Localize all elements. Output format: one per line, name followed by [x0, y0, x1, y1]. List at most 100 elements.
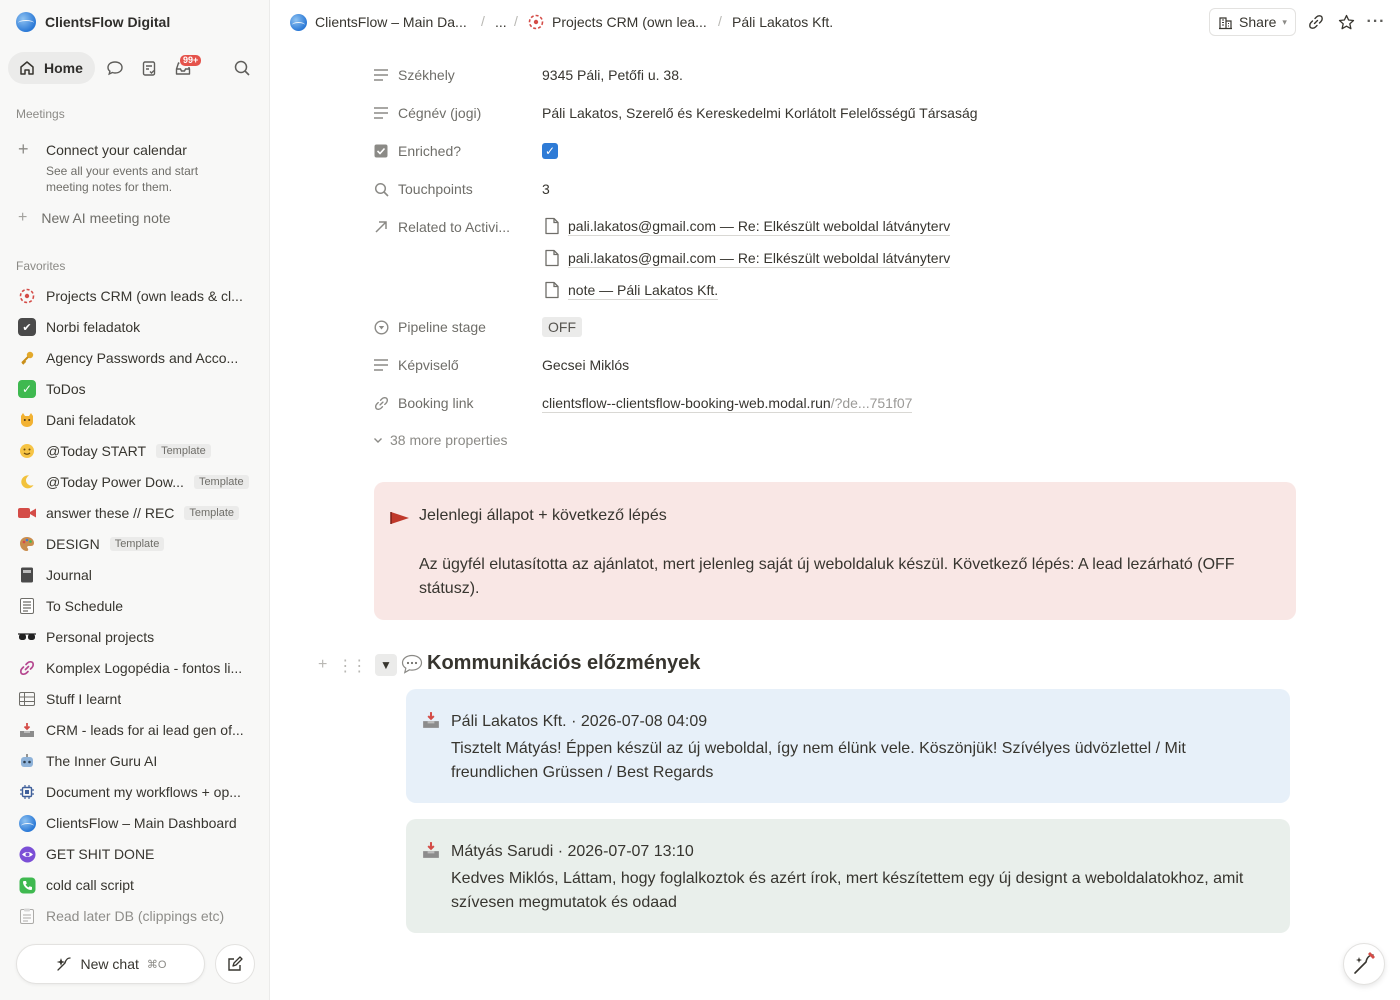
- more-options-icon[interactable]: ···: [1366, 12, 1386, 32]
- booking-link[interactable]: clientsflow--clientsflow-booking-web.mod…: [542, 395, 913, 413]
- favorite-label: GET SHIT DONE: [46, 846, 155, 862]
- property-pipeline[interactable]: Pipeline stage: [372, 313, 1296, 341]
- favorite-item[interactable]: Personal projects: [18, 626, 258, 648]
- new-chat-label: New chat: [80, 956, 139, 972]
- speech-bubble-icon: [401, 654, 423, 674]
- favorite-item[interactable]: To Schedule: [18, 595, 258, 617]
- workspace-name: ClientsFlow Digital: [45, 14, 171, 30]
- favorite-item[interactable]: cold call script: [18, 874, 258, 896]
- check-icon: ✓: [18, 380, 36, 398]
- property-booking[interactable]: Booking link clientsflow--clientsflow-bo…: [372, 389, 1296, 417]
- chat-bubble-icon[interactable]: [105, 58, 125, 78]
- favorite-item[interactable]: ClientsFlow – Main Dashboard: [18, 812, 258, 834]
- inbox-tray-icon: [423, 842, 439, 858]
- ai-pen-icon: [1354, 952, 1375, 974]
- related-page-label: pali.lakatos@gmail.com — Re: Elkészült w…: [568, 217, 951, 236]
- favorite-label: ClientsFlow – Main Dashboard: [46, 815, 237, 831]
- table-icon: [18, 690, 36, 708]
- property-value[interactable]: Gecsei Miklós: [542, 357, 629, 373]
- favorite-item[interactable]: Document my workflows + op...: [18, 781, 258, 803]
- favorite-item[interactable]: Journal: [18, 564, 258, 586]
- property-name: Pipeline stage: [398, 319, 486, 335]
- message-callout: Páli Lakatos Kft. · 2026-07-08 04:09 Tis…: [406, 689, 1290, 803]
- property-szekhely[interactable]: Székhely 9345 Páli, Petőfi u. 38.: [372, 61, 1296, 89]
- favorite-label: ToDos: [46, 381, 86, 397]
- favorite-item[interactable]: GET SHIT DONE: [18, 843, 258, 865]
- favorite-item[interactable]: ✓ ToDos: [18, 378, 258, 400]
- chevron-down-icon: ▾: [1282, 16, 1287, 27]
- share-button[interactable]: Share ▾: [1209, 8, 1296, 36]
- favorite-item[interactable]: Komplex Logopédia - fontos li...: [18, 657, 258, 679]
- breadcrumb-ellipsis[interactable]: ...: [495, 13, 507, 31]
- moon-icon: [18, 473, 36, 491]
- favorite-item[interactable]: ✔ Norbi feladatok: [18, 316, 258, 338]
- favorite-item[interactable]: Stuff I learnt: [18, 688, 258, 710]
- enriched-checkbox[interactable]: ✓: [542, 143, 558, 159]
- edit-icon: [228, 956, 243, 971]
- home-button[interactable]: Home: [8, 52, 95, 84]
- clipboard-check-icon[interactable]: [139, 58, 159, 78]
- template-tag: Template: [109, 537, 165, 551]
- favorite-item[interactable]: CRM - leads for ai lead gen of...: [18, 719, 258, 741]
- add-block-icon[interactable]: +: [318, 656, 327, 676]
- property-value[interactable]: 3: [542, 181, 550, 197]
- related-page[interactable]: pali.lakatos@gmail.com — Re: Elkészült w…: [544, 215, 951, 237]
- favorite-item[interactable]: Read later DB (clippings etc): [18, 905, 258, 927]
- text-lines-icon: [372, 66, 390, 84]
- property-cegnev[interactable]: Cégnév (jogi) Páli Lakatos, Szerelő és K…: [372, 99, 1296, 127]
- favorite-label: Journal: [46, 567, 92, 583]
- drag-handle-icon[interactable]: ⋮⋮: [337, 656, 367, 676]
- favorite-item[interactable]: @Today Power Dow... Template: [18, 471, 258, 493]
- new-ai-meeting-note[interactable]: + New AI meeting note: [18, 209, 171, 227]
- toggle-arrow[interactable]: ▼: [375, 654, 397, 676]
- ai-sparkle-icon: [56, 957, 71, 971]
- link-icon[interactable]: [1306, 12, 1326, 32]
- breadcrumb-current[interactable]: Páli Lakatos Kft.: [732, 13, 833, 31]
- cat-icon: [18, 411, 36, 429]
- workspace-switcher[interactable]: ClientsFlow Digital: [16, 11, 170, 33]
- more-properties-toggle[interactable]: 38 more properties: [372, 432, 508, 448]
- star-icon[interactable]: [1336, 12, 1356, 32]
- favorite-label: Agency Passwords and Acco...: [46, 350, 239, 366]
- favorite-item[interactable]: The Inner Guru AI: [18, 750, 258, 772]
- related-page[interactable]: pali.lakatos@gmail.com — Re: Elkészült w…: [544, 247, 951, 269]
- breadcrumb-label: ClientsFlow – Main Da...: [315, 14, 467, 30]
- property-name: Related to Activi...: [398, 219, 511, 235]
- compose-button[interactable]: [215, 944, 255, 984]
- pipeline-status-tag[interactable]: OFF: [542, 317, 582, 337]
- favorite-item[interactable]: Agency Passwords and Acco...: [18, 347, 258, 369]
- favorite-label: Stuff I learnt: [46, 691, 122, 707]
- page-icon: [545, 281, 559, 299]
- favorite-item[interactable]: Dani feladatok: [18, 409, 258, 431]
- property-kepviselo[interactable]: Képviselő Gecsei Miklós: [372, 351, 1296, 379]
- calendar-desc: See all your events and start meeting no…: [46, 164, 199, 194]
- related-page[interactable]: note — Páli Lakatos Kft.: [544, 279, 719, 301]
- property-value[interactable]: Páli Lakatos, Szerelő és Kereskedelmi Ko…: [542, 105, 978, 121]
- new-chat-button[interactable]: New chat ⌘O: [16, 944, 205, 984]
- booking-link-host: clientsflow--clientsflow-booking-web.mod…: [542, 395, 831, 411]
- clipboard-icon: [18, 907, 36, 925]
- favorite-item[interactable]: @Today START Template: [18, 440, 258, 462]
- building-icon: [1219, 16, 1233, 29]
- property-value[interactable]: 9345 Páli, Petőfi u. 38.: [542, 67, 683, 83]
- link-icon: [18, 659, 36, 677]
- favorite-item[interactable]: answer these // REC Template: [18, 502, 258, 524]
- search-icon[interactable]: [232, 58, 252, 78]
- favorite-label: Document my workflows + op...: [46, 784, 241, 800]
- breadcrumb-projects-crm[interactable]: Projects CRM (own lea...: [528, 13, 707, 31]
- page-icon: [545, 217, 559, 235]
- ai-assistant-button[interactable]: [1343, 943, 1385, 985]
- breadcrumb-dashboard[interactable]: ClientsFlow – Main Da...: [290, 13, 467, 31]
- template-tag: Template: [156, 444, 211, 458]
- favorite-label: Norbi feladatok: [46, 319, 141, 335]
- favorite-item[interactable]: DESIGN Template: [18, 533, 258, 555]
- property-touchpoints[interactable]: Touchpoints 3: [372, 175, 1296, 203]
- favorite-label: DESIGN: [46, 536, 100, 552]
- link-icon: [372, 394, 390, 412]
- message-header: Mátyás Sarudi · 2026-07-07 13:10: [451, 843, 694, 860]
- favorite-item[interactable]: Projects CRM (own leads & cl...: [18, 285, 258, 307]
- property-name: Touchpoints: [398, 181, 473, 197]
- favorite-label: CRM - leads for ai lead gen of...: [46, 722, 244, 738]
- property-enriched[interactable]: Enriched?: [372, 137, 1296, 165]
- favorite-label: @Today START: [46, 443, 147, 459]
